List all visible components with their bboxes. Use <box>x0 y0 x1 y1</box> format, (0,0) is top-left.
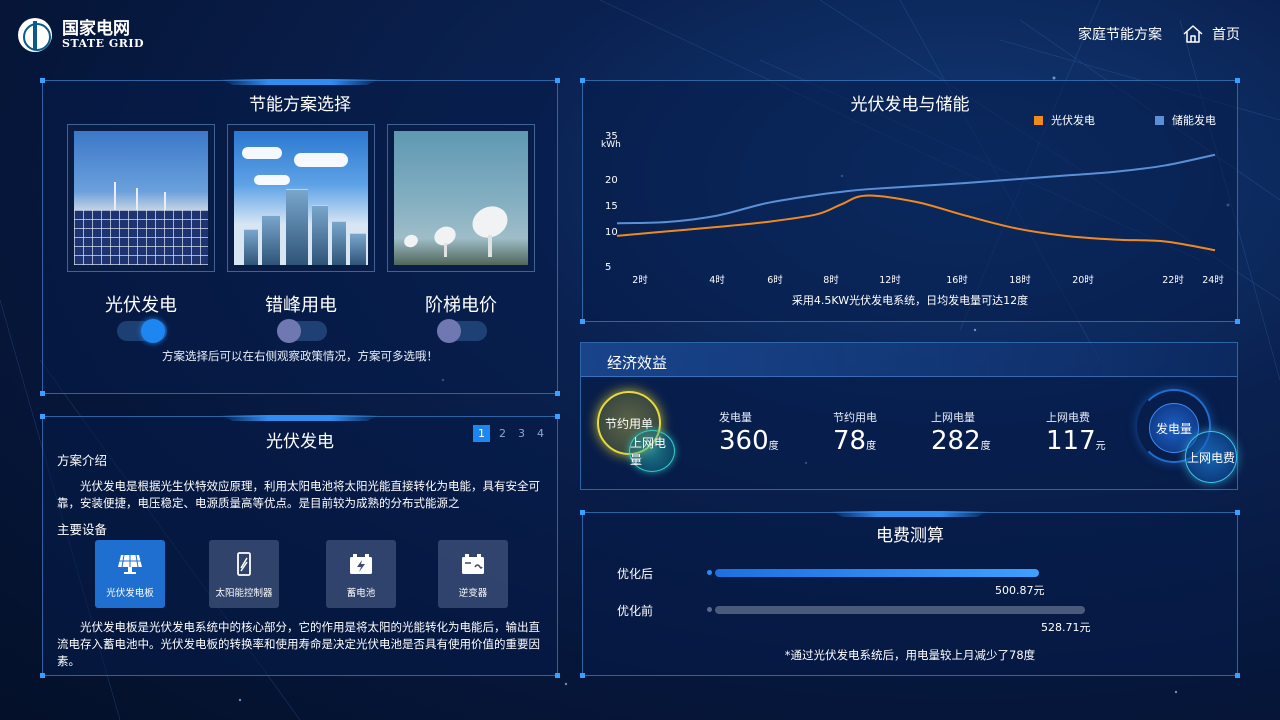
scheme-label-tiered: 阶梯电价 <box>425 295 497 316</box>
intro-label: 方案介绍 <box>57 453 108 468</box>
cost-panel: 电费测算 优化后 500.87元 优化前 528.71元 *通过光伏发电系统后，… <box>580 510 1240 678</box>
chart-panel: 光伏发电与储能 光伏发电 储能发电 kWh 5 10 15 20 35 2时 4时 6时 8时 12… <box>580 78 1240 324</box>
metric-label: 节约用电 <box>833 411 877 424</box>
pv-generation-line <box>616 194 1216 252</box>
x-tick-label: 4时 <box>709 274 725 286</box>
brand-name-en: STATE GRID <box>62 37 145 50</box>
metric-label: 上网电费 <box>1046 411 1090 424</box>
bubble-grid-power[interactable]: 上网电量 <box>629 430 675 472</box>
y-tick-label: 5 <box>605 262 611 273</box>
metric-value: 117 <box>1046 426 1096 456</box>
equip-label-solar-panel: 光伏发电板 <box>106 588 154 599</box>
equip-solar-panel[interactable]: 光伏发电板 <box>95 540 165 608</box>
toggle-tiered[interactable] <box>437 319 487 343</box>
equip-battery[interactable]: 蓄电池 <box>326 540 396 608</box>
econ-title: 经济效益 <box>607 354 668 372</box>
pv-panel: 光伏发电 1 2 3 4 方案介绍 光伏发电是根据光生伏特效应原理，利用太阳电池… <box>40 414 560 678</box>
state-grid-logo-icon <box>18 18 52 52</box>
toggle-offpeak[interactable] <box>277 319 327 343</box>
metric-grid-fee: 上网电费 117元 <box>1046 409 1106 463</box>
bar-value-after: 500.87元 <box>995 584 1045 597</box>
toggle-solar[interactable] <box>117 319 167 343</box>
x-tick-label: 18时 <box>1009 274 1031 286</box>
page-3[interactable]: 3 <box>515 425 528 442</box>
pv-pager: 1 2 3 4 <box>473 425 547 442</box>
bar-before <box>715 606 1085 614</box>
brand-logo: 国家电网 STATE GRID <box>18 18 144 52</box>
metric-grid-power: 上网电量 282度 <box>931 409 991 463</box>
metric-generation: 发电量 360度 <box>719 409 779 463</box>
x-tick-label: 16时 <box>946 274 968 286</box>
x-tick-label: 20时 <box>1072 274 1094 286</box>
bar-dot-before <box>707 607 712 612</box>
bar-after <box>715 569 1039 577</box>
storage-generation-line <box>616 153 1216 225</box>
y-tick-label: 20 <box>605 175 618 186</box>
x-tick-label: 6时 <box>767 274 783 286</box>
scheme-panel: 节能方案选择 光伏发电 错峰用电 阶梯电价 方案选择后可以在右侧观察政策情况，方… <box>40 78 560 396</box>
equip-label-inverter: 逆变器 <box>458 588 488 599</box>
equip-label-battery: 蓄电池 <box>346 588 376 599</box>
equip-controller[interactable]: 太阳能控制器 <box>209 540 279 608</box>
metric-value: 282 <box>931 426 981 456</box>
bar-label-before: 优化前 <box>617 604 654 618</box>
bubble-grid-fee[interactable]: 上网电费 <box>1185 431 1237 483</box>
cost-note: *通过光伏发电系统后，用电量较上月减少了78度 <box>784 648 1036 662</box>
y-tick-label: 15 <box>605 201 618 212</box>
equip-detail-text: 光伏发电板是光伏发电系统中的核心部分，它的作用是将太阳的光能转化为电能后，输出直… <box>57 620 540 668</box>
scheme-label-offpeak: 错峰用电 <box>265 295 337 316</box>
bar-dot-after <box>707 570 712 575</box>
top-nav: 家庭节能方案 首页 <box>1078 24 1240 44</box>
equip-label: 主要设备 <box>57 522 108 537</box>
line-chart: kWh5101520352时 4时 6时 8时 12时 16时 18时 20时 22时 24时 <box>601 131 1224 286</box>
home-icon <box>1183 25 1203 43</box>
metric-value: 360 <box>719 426 769 456</box>
intro-text: 光伏发电是根据光生伏特效应原理，利用太阳电池将太阳光能直接转化为电能，具有安全可… <box>57 479 540 510</box>
metric-label: 发电量 <box>719 411 752 424</box>
x-tick-label: 24时 <box>1202 274 1224 286</box>
page-2[interactable]: 2 <box>496 425 509 442</box>
battery-icon <box>348 552 374 576</box>
metric-value: 78 <box>833 426 867 456</box>
home-button[interactable]: 首页 <box>1182 24 1240 44</box>
metric-label: 上网电量 <box>931 411 975 424</box>
scheme-title: 节能方案选择 <box>249 95 351 115</box>
equip-inverter[interactable]: 逆变器 <box>438 540 508 608</box>
y-tick-label: 35 <box>605 131 618 142</box>
metric-unit: 元 <box>1095 441 1106 452</box>
metric-unit: 度 <box>980 441 991 452</box>
scheme-hint: 方案选择后可以在右侧观察政策情况，方案可多选哦！ <box>162 349 438 363</box>
bar-value-before: 528.71元 <box>1041 621 1091 634</box>
solar-scheme-image[interactable] <box>67 124 215 272</box>
chart-note: 采用4.5KW光伏发电系统，日均发电量可达12度 <box>791 294 1029 307</box>
metric-unit: 度 <box>866 441 877 452</box>
energy-plan-link[interactable]: 家庭节能方案 <box>1078 24 1162 44</box>
metric-unit: 度 <box>768 441 779 452</box>
scheme-label-solar: 光伏发电 <box>105 295 177 316</box>
x-tick-label: 8时 <box>823 274 839 286</box>
cost-title: 电费测算 <box>876 526 944 546</box>
page-4[interactable]: 4 <box>534 425 547 442</box>
tiered-price-scheme-image[interactable] <box>387 124 535 272</box>
controller-icon <box>231 552 257 576</box>
equip-label-controller: 太阳能控制器 <box>215 588 273 599</box>
brand-name-cn: 国家电网 <box>62 19 130 39</box>
y-tick-label: 10 <box>605 227 618 238</box>
x-tick-label: 2时 <box>632 274 648 286</box>
page-1[interactable]: 1 <box>473 425 490 442</box>
metric-saving: 节约用电 78度 <box>833 409 877 463</box>
offpeak-scheme-image[interactable] <box>227 124 375 272</box>
econ-header: 经济效益 <box>581 343 1237 377</box>
econ-panel: 经济效益 节约用单 上网电量 发电量 360度 节约用电 78度 上网电量 28… <box>580 342 1238 490</box>
solar-panel-icon <box>117 552 143 576</box>
bar-label-after: 优化后 <box>617 567 654 581</box>
inverter-icon <box>460 552 486 576</box>
x-tick-label: 22时 <box>1162 274 1184 286</box>
x-tick-label: 12时 <box>879 274 901 286</box>
home-label: 首页 <box>1212 27 1240 43</box>
